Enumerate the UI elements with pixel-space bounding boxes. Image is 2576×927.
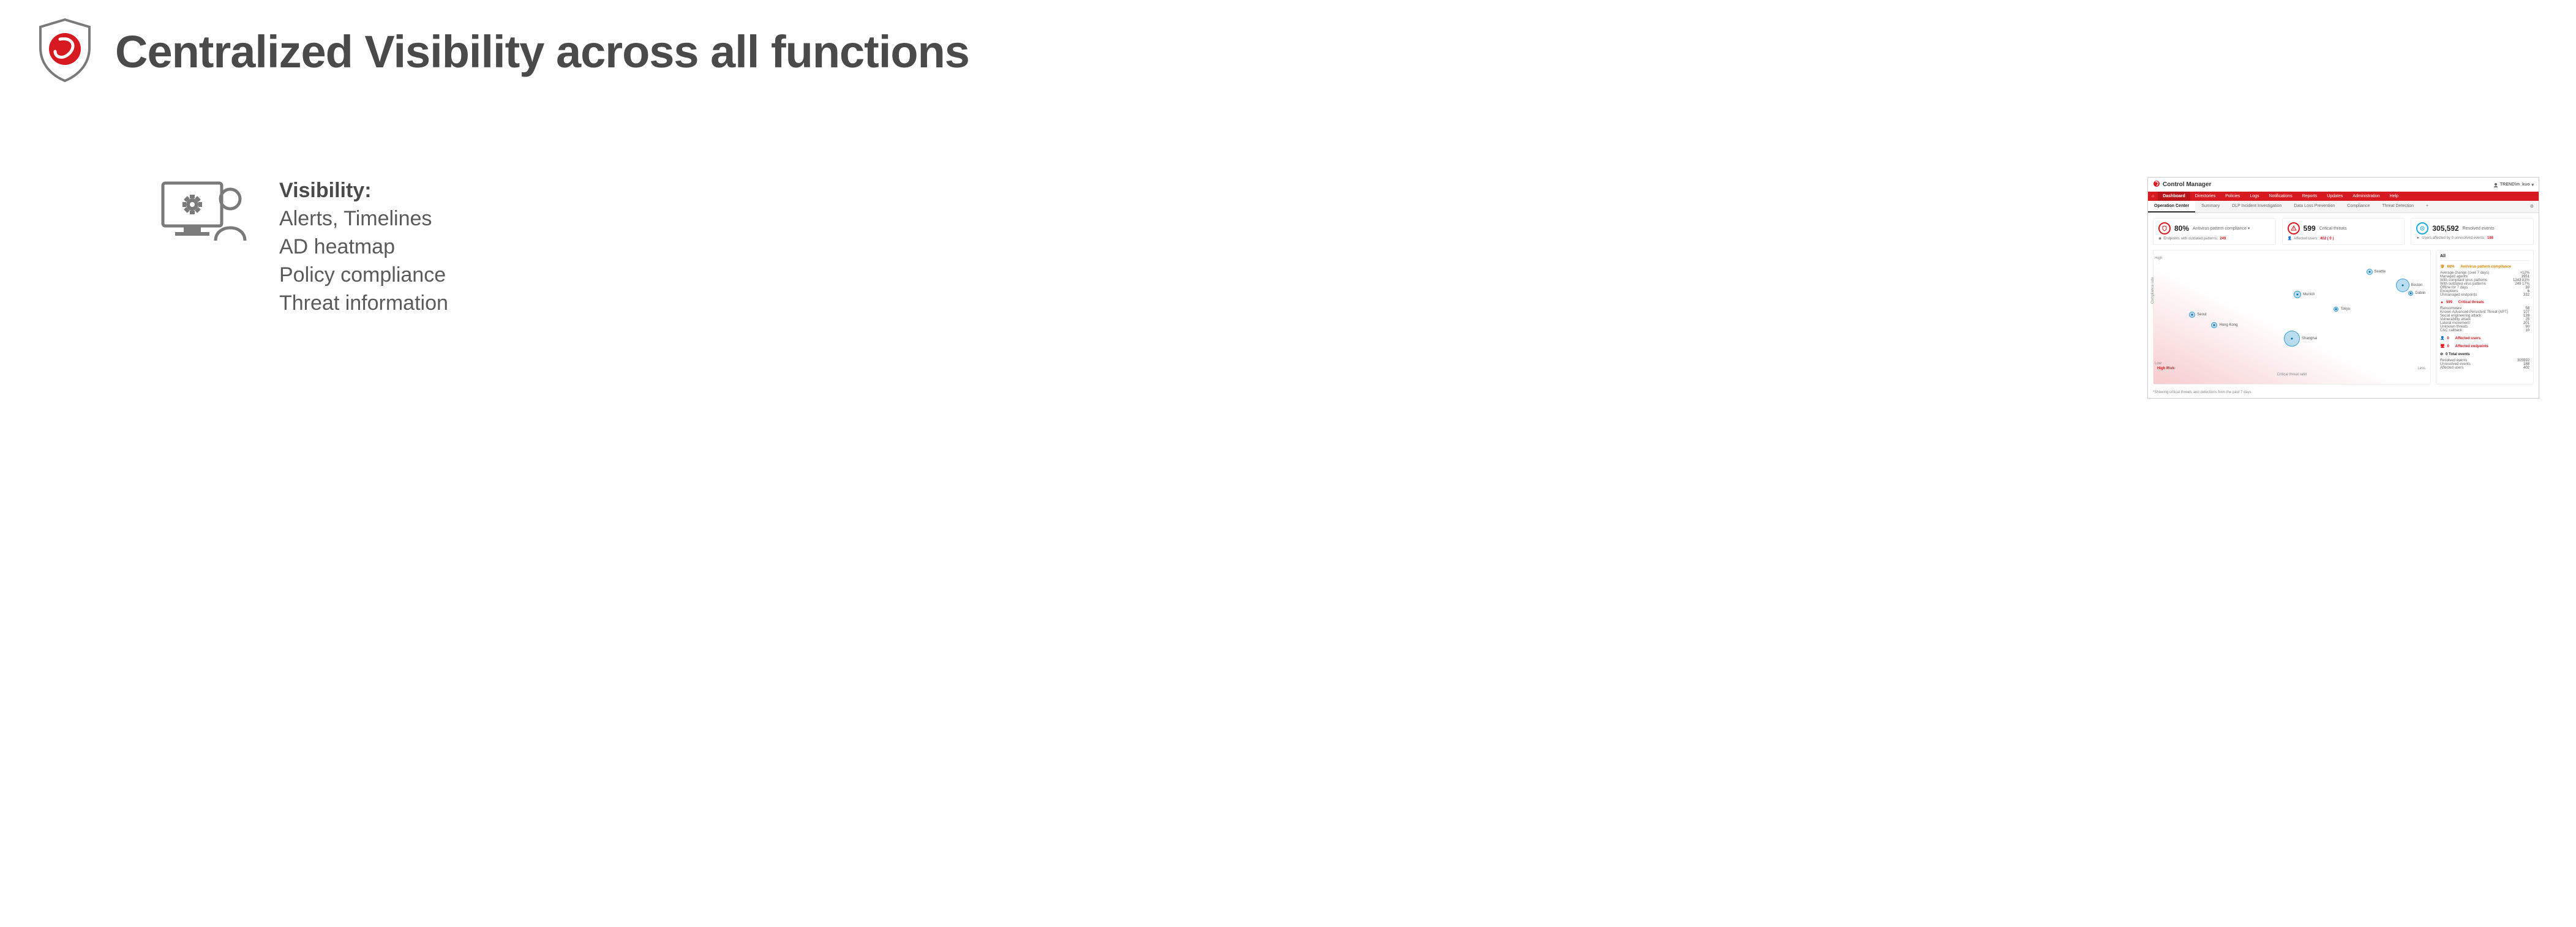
- user-icon: [2493, 182, 2498, 187]
- bubble-dublin[interactable]: Dublin: [2408, 291, 2413, 296]
- nav-logs[interactable]: Logs: [2245, 192, 2264, 201]
- tab-operation-center[interactable]: Operation Center: [2148, 201, 2195, 212]
- bullet-policy: Policy compliance: [279, 261, 448, 290]
- tab-add[interactable]: +: [2420, 201, 2435, 212]
- app-title: Control Manager: [2163, 181, 2211, 188]
- risk-bubble-chart[interactable]: Compliance rate High Low High Risk More …: [2153, 250, 2431, 385]
- alert-icon: [2288, 222, 2300, 235]
- bubble-tokyo[interactable]: Tokyo: [2334, 307, 2338, 312]
- bubble-seattle[interactable]: Seattle: [2367, 269, 2373, 275]
- primary-nav: ⌂ Dashboard Directories Policies Logs No…: [2148, 192, 2539, 201]
- user-label[interactable]: TREND\m_kuo ▾: [2493, 182, 2534, 187]
- cm-logo-icon: [2153, 180, 2160, 189]
- panel-row: C&C callback10: [2440, 329, 2529, 332]
- tab-threat-detection[interactable]: Threat Detection: [2376, 201, 2420, 212]
- side-panel: All 🛡 80% Antivirus pattern compliance A…: [2436, 250, 2534, 385]
- visibility-text: Visibility: Alerts, Timelines AD heatmap…: [279, 177, 448, 317]
- tab-dlp-investigation[interactable]: DLP Incident Investigation: [2226, 201, 2288, 212]
- chart-footnote: *Showing critical threats and detections…: [2148, 389, 2539, 398]
- nav-dashboard[interactable]: Dashboard: [2158, 192, 2190, 201]
- panel-affected-users: 👤 0 Affected users: [2440, 336, 2529, 340]
- tab-compliance[interactable]: Compliance: [2341, 201, 2376, 212]
- tab-summary[interactable]: Summary: [2195, 201, 2226, 212]
- nav-administration[interactable]: Administration: [2348, 192, 2384, 201]
- nav-reports[interactable]: Reports: [2297, 192, 2323, 201]
- bullet-heatmap: AD heatmap: [279, 233, 448, 261]
- nav-policies[interactable]: Policies: [2220, 192, 2245, 201]
- visibility-heading: Visibility:: [279, 179, 372, 202]
- kpi-resolved-events[interactable]: 305,592 Resolved events ► Users affected…: [2411, 218, 2534, 245]
- panel-row: Unmanaged endpoints332: [2440, 293, 2529, 297]
- gear-icon[interactable]: ⚙: [2525, 201, 2539, 212]
- bullet-alerts: Alerts, Timelines: [279, 205, 448, 233]
- kpi-av-compliance[interactable]: 80% Antivirus pattern compliance ▾ ◉ End…: [2153, 218, 2276, 245]
- visibility-illustration: [159, 177, 251, 253]
- page-title: Centralized Visibility across all functi…: [115, 26, 969, 78]
- panel-ct-head: ▲ 599 Critical threats: [2440, 301, 2529, 304]
- nav-updates[interactable]: Updates: [2322, 192, 2348, 201]
- bubble-munich[interactable]: Munich: [2294, 291, 2301, 298]
- tab-dlp[interactable]: Data Loss Prevention: [2288, 201, 2341, 212]
- panel-av-head: 🛡 80% Antivirus pattern compliance: [2440, 265, 2529, 269]
- home-icon[interactable]: ⌂: [2148, 192, 2158, 201]
- dashboard-tabs: Operation Center Summary DLP Incident In…: [2148, 201, 2539, 213]
- dashboard-screenshot: Control Manager TREND\m_kuo ▾ ⌂ Dashboar…: [2147, 177, 2539, 399]
- bubble-hong-kong[interactable]: Hong Kong: [2211, 322, 2217, 328]
- kpi-critical-threats[interactable]: 599 Critical threats 👤 Affected users: 4…: [2282, 218, 2405, 245]
- panel-title: All: [2440, 254, 2529, 261]
- bubble-shanghai[interactable]: Shanghai: [2284, 331, 2300, 347]
- panel-row: Affected users402: [2440, 366, 2529, 370]
- panel-total-events: ⊘ 0 Total events: [2440, 352, 2529, 356]
- bubble-seoul[interactable]: Seoul: [2189, 312, 2195, 318]
- shield-icon: [2158, 222, 2171, 235]
- panel-affected-endpoints: 🖥 0 Affected endpoints: [2440, 344, 2529, 348]
- trend-shield-logo: [37, 18, 93, 85]
- nav-notifications[interactable]: Notifications: [2264, 192, 2297, 201]
- target-icon: [2416, 222, 2428, 235]
- nav-help[interactable]: Help: [2385, 192, 2403, 201]
- bullet-threat: Threat information: [279, 290, 448, 318]
- bubble-boston[interactable]: Boston: [2396, 279, 2409, 292]
- nav-directories[interactable]: Directories: [2190, 192, 2220, 201]
